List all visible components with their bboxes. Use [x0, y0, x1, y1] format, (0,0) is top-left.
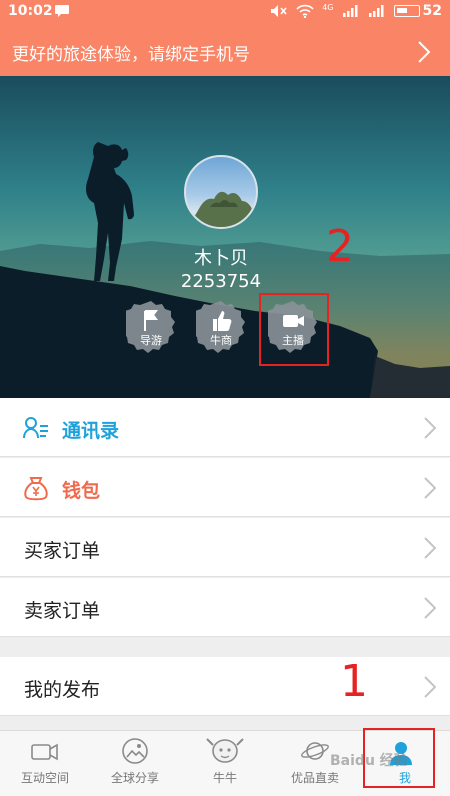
badge-label: 牛商: [210, 334, 232, 347]
mute-icon: [271, 5, 287, 17]
menu-label: 买家订单: [24, 540, 101, 562]
mascot-icon: [206, 738, 244, 763]
status-icons: 4G 52: [270, 3, 442, 19]
top-bar: 10:02 4G 52 更好的旅途体验，请绑定手机号: [0, 0, 450, 76]
tab-interactive-space[interactable]: 互动空间: [0, 731, 90, 796]
baidu-watermark: Baidu 经验: [330, 753, 408, 769]
badge-merchant[interactable]: 牛商: [196, 299, 246, 353]
tab-label: 牛牛: [212, 771, 237, 785]
annotation-number-1: 1: [340, 656, 368, 707]
contacts-icon: [23, 417, 48, 439]
network-type: 4G: [322, 3, 334, 12]
chevron-right-icon: [418, 41, 431, 63]
wallet-icon: [24, 477, 48, 501]
chevron-right-icon: [424, 477, 436, 499]
menu-label: 我的发布: [24, 679, 101, 701]
tab-label: 优品直卖: [290, 771, 339, 785]
menu-my-posts[interactable]: 我的发布: [0, 657, 450, 716]
badge-guide[interactable]: 导游: [126, 299, 176, 353]
menu-contacts[interactable]: 通讯录: [0, 398, 450, 457]
signal-icon: [368, 5, 384, 17]
tab-label: 互动空间: [20, 771, 69, 785]
chevron-right-icon: [424, 597, 436, 619]
menu-label: 卖家订单: [24, 600, 101, 622]
signal-icon: [342, 5, 358, 17]
profile-page: 10:02 4G 52 更好的旅途体验，请绑定手机号 木卜贝 2253754 导…: [0, 0, 450, 796]
tab-mascot[interactable]: 牛牛: [180, 731, 270, 796]
tab-global-share[interactable]: 全球分享: [90, 731, 180, 796]
planet-icon: [301, 742, 329, 760]
tab-label: 全球分享: [110, 771, 159, 785]
profile-name: 木卜贝: [194, 248, 248, 269]
profile-header: 木卜贝 2253754 导游 牛商 主播 2: [0, 76, 450, 398]
annotation-number-2: 2: [326, 221, 354, 272]
chevron-right-icon: [424, 537, 436, 559]
badge-label: 导游: [140, 334, 162, 347]
battery-level: 52: [422, 3, 442, 19]
menu-label: 通讯录: [62, 420, 120, 442]
status-bar: 10:02 4G 52: [0, 0, 450, 24]
bind-phone-text: 更好的旅途体验，请绑定手机号: [12, 45, 250, 65]
status-time: 10:02: [8, 3, 53, 19]
menu-label: 钱包: [62, 480, 101, 502]
wifi-icon: [296, 4, 314, 18]
menu-buyer-orders[interactable]: 买家订单: [0, 518, 450, 577]
menu-wallet[interactable]: 钱包: [0, 458, 450, 517]
chevron-right-icon: [424, 676, 436, 698]
menu-seller-orders[interactable]: 卖家订单: [0, 578, 450, 637]
bind-phone-banner[interactable]: 更好的旅途体验，请绑定手机号: [0, 28, 450, 76]
avatar[interactable]: [184, 155, 258, 229]
profile-id: 2253754: [180, 271, 262, 292]
video-camera-icon: [31, 743, 58, 761]
chat-icon: [55, 5, 69, 17]
battery-icon: 52: [393, 3, 442, 19]
chevron-right-icon: [424, 417, 436, 439]
globe-share-icon: [122, 738, 148, 764]
annotation-box-2: [259, 293, 329, 366]
